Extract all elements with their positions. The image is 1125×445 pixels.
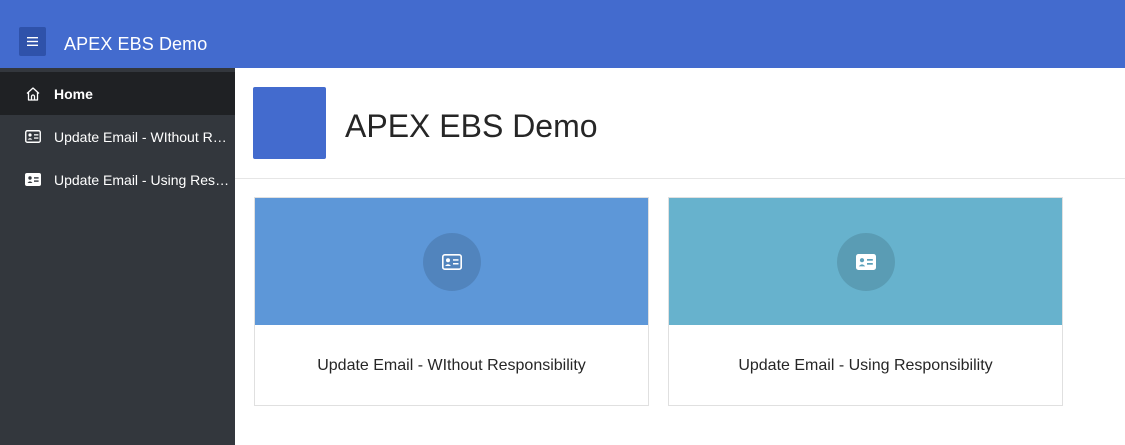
- sidebar-item-update-email-without-responsibility[interactable]: Update Email - WIthout Responsibility: [0, 115, 235, 158]
- card-title: Update Email - WIthout Responsibility: [317, 357, 586, 374]
- home-icon: [24, 85, 42, 103]
- app-window: APEX EBS Demo Home Update Email - WIthou…: [0, 0, 1125, 445]
- sidebar-item-home[interactable]: Home: [0, 72, 235, 115]
- id-card-outline-icon: [24, 128, 42, 146]
- sidebar-item-label: Update Email - Using Responsibility: [54, 171, 231, 188]
- sidebar-item-update-email-using-responsibility[interactable]: Update Email - Using Responsibility: [0, 158, 235, 201]
- card-update-email-without-responsibility[interactable]: Update Email - WIthout Responsibility: [254, 197, 649, 406]
- id-card-outline-icon: [441, 254, 462, 270]
- page-title: APEX EBS Demo: [345, 108, 598, 144]
- id-card-solid-icon: [24, 171, 42, 189]
- navigation-menu-button[interactable]: [19, 27, 46, 56]
- card-icon-badge: [836, 233, 895, 291]
- sidebar-item-label: Home: [54, 85, 93, 102]
- sidebar-item-label: Update Email - WIthout Responsibility: [54, 128, 231, 145]
- app-logo-icon: [253, 87, 326, 159]
- card-update-email-using-responsibility[interactable]: Update Email - Using Responsibility: [668, 197, 1063, 406]
- sidebar-nav: Home Update Email - WIthout Responsibili…: [0, 68, 235, 445]
- page-hero: APEX EBS Demo: [235, 68, 1125, 179]
- card-banner: [669, 198, 1062, 325]
- card-title: Update Email - Using Responsibility: [738, 357, 993, 374]
- id-card-solid-icon: [855, 254, 876, 270]
- card-icon-badge: [422, 233, 481, 291]
- top-bar: APEX EBS Demo: [0, 0, 1125, 68]
- app-title[interactable]: APEX EBS Demo: [64, 32, 207, 56]
- hamburger-icon: [27, 37, 38, 46]
- main-content: APEX EBS Demo Update Email - WIthout Res…: [235, 68, 1125, 445]
- card-banner: [255, 198, 648, 325]
